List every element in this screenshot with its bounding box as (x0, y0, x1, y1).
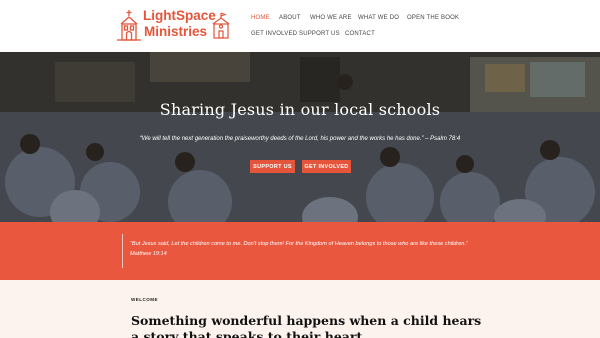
nav-contact[interactable]: CONTACT (345, 31, 375, 37)
nav-home[interactable]: HOME (251, 15, 270, 21)
welcome-heading: Something wonderful happens when a child… (131, 313, 482, 338)
support-us-button[interactable]: SUPPORT US (250, 160, 295, 173)
hero-quote: “We will tell the next generation the pr… (139, 136, 461, 142)
site-header: LightSpace Ministries HOME ABOUT WHO WE … (0, 0, 600, 52)
quote-band: “But Jesus said, Let the children come t… (0, 222, 600, 280)
get-involved-button[interactable]: GET INVOLVED (302, 160, 351, 173)
band-quote: “But Jesus said, Let the children come t… (130, 241, 468, 257)
nav-about[interactable]: ABOUT (279, 15, 301, 21)
quote-bar (122, 234, 123, 268)
logo-line2: Ministries (144, 24, 208, 39)
church-icon (117, 10, 141, 41)
nav-get-involved[interactable]: GET INVOLVED (251, 31, 297, 37)
nav-support-us[interactable]: SUPPORT US (299, 31, 340, 37)
site-logo[interactable]: LightSpace Ministries (116, 7, 234, 45)
nav-who-we-are[interactable]: WHO WE ARE (310, 15, 352, 21)
nav-what-we-do[interactable]: WHAT WE DO (358, 15, 399, 21)
hero-title: Sharing Jesus in our local schools (159, 100, 441, 119)
welcome-label: WELCOME (131, 297, 158, 302)
logo-line1: LightSpace (143, 8, 216, 23)
hero-section: Sharing Jesus in our local schools “We w… (0, 52, 600, 222)
nav-open-the-book[interactable]: OPEN THE BOOK (407, 15, 459, 21)
welcome-section: WELCOME Something wonderful happens when… (0, 280, 600, 338)
